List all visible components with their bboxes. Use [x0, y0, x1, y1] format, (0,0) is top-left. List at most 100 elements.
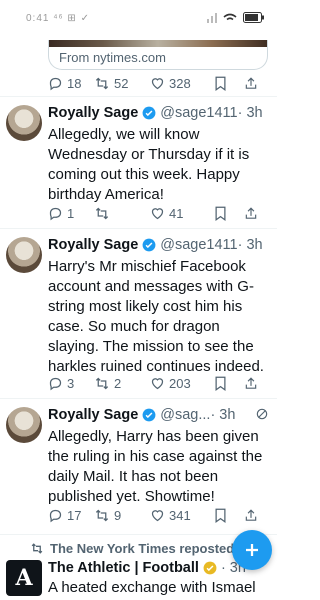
- repost-button[interactable]: 52: [94, 76, 150, 91]
- divider: [0, 534, 277, 535]
- verified-gold-icon: [203, 561, 217, 575]
- reply-count: 1: [67, 205, 75, 221]
- battery-icon: [243, 12, 264, 23]
- reply-icon: [49, 207, 62, 220]
- bookmark-icon: [215, 376, 226, 391]
- compose-button[interactable]: [232, 530, 272, 570]
- reply-icon: [49, 509, 62, 522]
- reply-count: 3: [67, 375, 75, 391]
- link-card[interactable]: From nytimes.com: [48, 40, 268, 70]
- avatar[interactable]: [6, 105, 42, 141]
- athletic-logo-letter: A: [15, 565, 33, 591]
- like-count: 41: [169, 205, 184, 221]
- share-button[interactable]: [244, 508, 258, 523]
- status-icons: [207, 12, 265, 23]
- repost-label-text: The New York Times reposted: [50, 541, 235, 556]
- like-count: 341: [169, 507, 191, 523]
- verified-icon: [142, 408, 156, 422]
- repost-icon: [95, 207, 109, 219]
- heart-icon: [151, 77, 164, 89]
- link-card-image: [49, 40, 267, 47]
- tweet-text: Harry's Mr mischief Facebook account and…: [48, 258, 264, 375]
- like-button[interactable]: 328: [150, 76, 214, 91]
- repost-button[interactable]: [94, 206, 150, 221]
- repost-label[interactable]: The New York Times reposted: [30, 541, 234, 556]
- tweet-actions: 18 52 328: [48, 72, 272, 94]
- bookmark-icon: [215, 206, 226, 221]
- repost-count: 2: [114, 375, 122, 391]
- repost-icon: [95, 509, 109, 521]
- tweet-header: Royally Sage @sag... · 3h: [48, 405, 273, 425]
- reply-icon: [49, 77, 62, 90]
- avatar[interactable]: A: [6, 560, 42, 596]
- author-name[interactable]: Royally Sage: [48, 407, 138, 423]
- repost-count: 52: [114, 75, 129, 91]
- tweet-actions: 3 2 203: [48, 372, 272, 394]
- repost-icon: [95, 77, 109, 89]
- repost-count: 9: [114, 507, 122, 523]
- reply-count: 17: [67, 507, 82, 523]
- like-button[interactable]: 341: [150, 508, 214, 523]
- bookmark-button[interactable]: [214, 508, 244, 523]
- divider: [0, 228, 277, 229]
- tweet-text: A heated exchange with Ismael: [48, 579, 256, 596]
- verified-icon: [142, 106, 156, 120]
- bookmark-icon: [215, 76, 226, 91]
- share-button[interactable]: [244, 376, 258, 391]
- author-name[interactable]: Royally Sage: [48, 237, 138, 253]
- share-button[interactable]: [244, 76, 258, 91]
- bookmark-icon: [215, 508, 226, 523]
- heart-icon: [151, 509, 164, 521]
- author-handle: @sage1411: [160, 105, 238, 121]
- tweet-actions: 1 41: [48, 202, 272, 224]
- share-icon: [245, 508, 257, 521]
- tweet-time: · 3h: [237, 237, 263, 253]
- bookmark-button[interactable]: [214, 376, 244, 391]
- like-button[interactable]: 41: [150, 206, 214, 221]
- wifi-icon: [223, 13, 237, 20]
- tweet-time: · 3h: [210, 407, 236, 423]
- repost-button[interactable]: 9: [94, 508, 150, 523]
- reply-count: 18: [67, 75, 82, 91]
- signal-icon: [207, 12, 217, 23]
- repost-icon: [95, 377, 109, 389]
- divider: [0, 96, 277, 97]
- bookmark-button[interactable]: [214, 76, 244, 91]
- reply-button[interactable]: 18: [48, 76, 94, 91]
- author-handle: @sag...: [160, 407, 211, 423]
- reply-button[interactable]: 1: [48, 206, 94, 221]
- status-time: 0:41 ⁴⁶ ⊞ ✓: [26, 13, 90, 24]
- reply-button[interactable]: 17: [48, 508, 94, 523]
- like-button[interactable]: 203: [150, 376, 214, 391]
- reply-icon: [49, 377, 62, 390]
- status-bar: 0:41 ⁴⁶ ⊞ ✓: [0, 0, 277, 40]
- tweet-text: Allegedly, Harry has been given the ruli…: [48, 428, 263, 505]
- heart-icon: [151, 207, 164, 219]
- share-button[interactable]: [244, 206, 258, 221]
- author-name[interactable]: The Athletic | Football: [48, 560, 199, 576]
- verified-icon: [142, 238, 156, 252]
- reply-button[interactable]: 3: [48, 376, 94, 391]
- like-count: 203: [169, 375, 191, 391]
- share-icon: [245, 206, 257, 219]
- bookmark-button[interactable]: [214, 206, 244, 221]
- grok-icon[interactable]: [255, 407, 269, 421]
- tweet-text: Allegedly, we will know Wednesday or Thu…: [48, 126, 250, 203]
- share-icon: [245, 376, 257, 389]
- avatar[interactable]: [6, 407, 42, 443]
- author-name[interactable]: Royally Sage: [48, 105, 138, 121]
- avatar[interactable]: [6, 237, 42, 273]
- tweet-header: Royally Sage @sage1411 · 3h: [48, 103, 273, 123]
- repost-icon: [31, 543, 43, 554]
- tweet-header: Royally Sage @sage1411 · 3h: [48, 235, 273, 255]
- like-count: 328: [169, 75, 191, 91]
- heart-icon: [151, 377, 164, 389]
- plus-icon: [246, 544, 258, 556]
- tweet-actions: 17 9 341: [48, 504, 272, 526]
- repost-button[interactable]: 2: [94, 376, 150, 391]
- tweet-time: · 3h: [237, 105, 263, 121]
- link-card-source: From nytimes.com: [59, 50, 166, 65]
- share-icon: [245, 76, 257, 89]
- divider: [0, 398, 277, 399]
- author-handle: @sage1411: [160, 237, 238, 253]
